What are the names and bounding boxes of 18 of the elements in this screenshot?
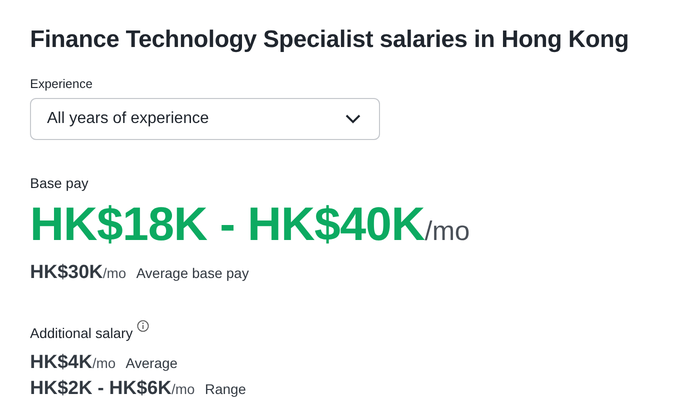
base-pay-range: HK$18K - HK$40K [30, 198, 425, 250]
unit-text: /mo [102, 264, 126, 283]
info-icon[interactable] [136, 320, 149, 332]
unit-text: /mo [424, 215, 470, 248]
unit-text: /mo [171, 380, 195, 398]
field-label: Experience [30, 76, 93, 92]
average-label: Average base pay [136, 264, 249, 283]
section-label: Base pay [30, 174, 88, 192]
experience-dropdown[interactable]: All years of experience [30, 98, 380, 140]
salary-label: Average [126, 354, 178, 373]
chevron-down-icon [345, 114, 361, 124]
page-title: Finance Technology Specialist salaries in Hong Kong [30, 26, 630, 54]
section-label: Additional salary [30, 324, 133, 342]
unit-text: /mo [92, 354, 116, 372]
salary-amount: HK$4K [30, 350, 92, 374]
salary-label: Range [204, 380, 246, 399]
average-pay: HK$30K [30, 261, 103, 285]
salary-amount: HK$2K - HK$6K [30, 376, 172, 400]
